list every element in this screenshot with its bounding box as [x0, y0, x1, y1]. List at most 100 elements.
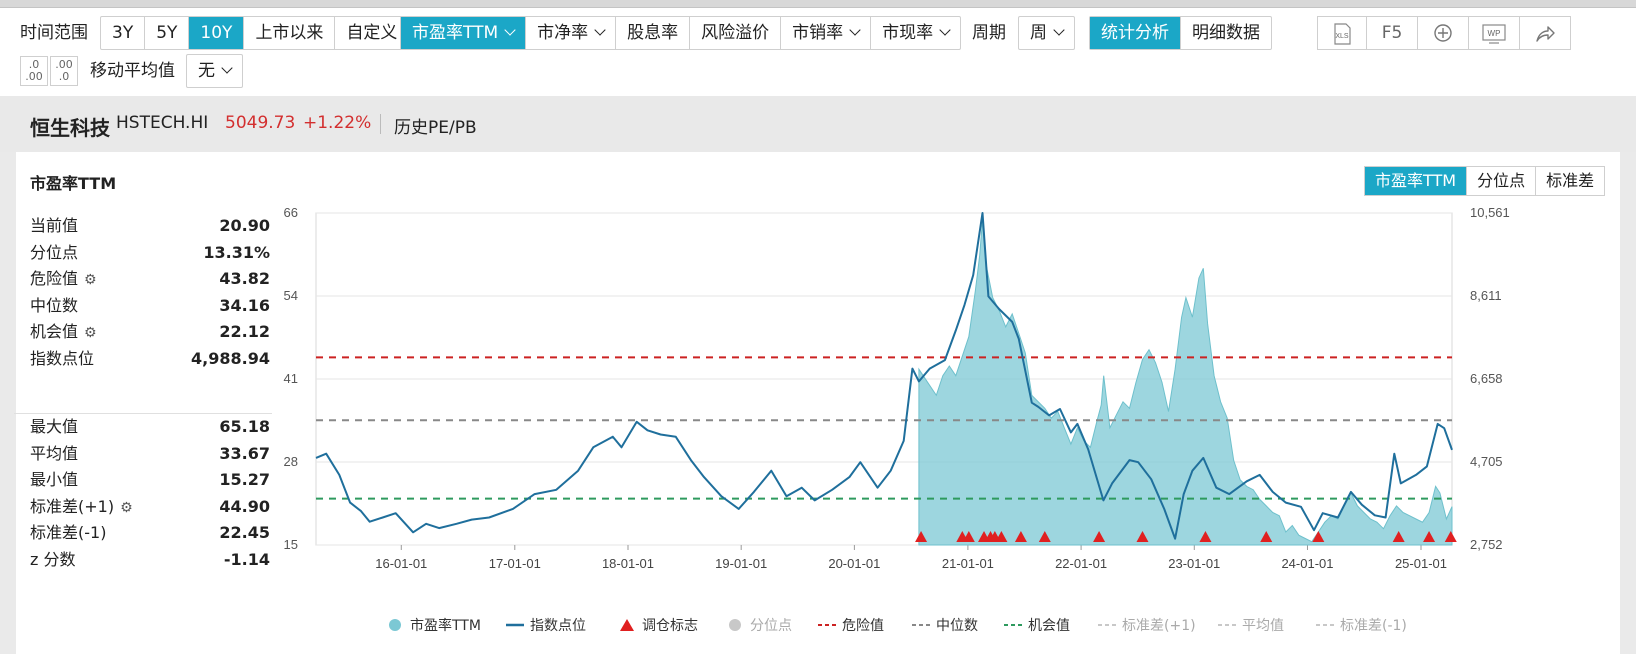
- legend-item[interactable]: 分位点: [726, 614, 792, 638]
- increase-decimal-sub: .00: [25, 70, 43, 83]
- stat-name-text: 当前值: [30, 216, 79, 235]
- stat-name-text: 平均值: [30, 443, 79, 463]
- add-button[interactable]: [1417, 16, 1469, 50]
- legend-item[interactable]: 调仓标志: [618, 614, 698, 638]
- stat-name: 标准差(-1): [30, 519, 106, 546]
- legend-label: 标准差(-1): [1340, 618, 1407, 634]
- legend-item[interactable]: 机会值: [1004, 614, 1070, 638]
- time-range-option[interactable]: 10Y: [189, 17, 245, 49]
- chevron-down-icon: [849, 24, 861, 36]
- metric-option-label: 市盈率TTM: [412, 23, 499, 43]
- metric-option[interactable]: 风险溢价: [690, 17, 782, 49]
- time-range-option[interactable]: 5Y: [145, 17, 190, 49]
- export-wp-button[interactable]: WP: [1468, 16, 1520, 50]
- time-range-option[interactable]: 上市以来: [244, 17, 336, 49]
- chevron-down-icon: [1053, 24, 1065, 36]
- svg-text:XLS: XLS: [1335, 33, 1349, 40]
- panel-tab[interactable]: 分位点: [1467, 167, 1537, 195]
- export-xls-button[interactable]: XLS: [1317, 16, 1367, 50]
- decrease-decimal-sub: .0: [58, 70, 70, 83]
- stat-name-text: 标准差(+1): [30, 496, 115, 516]
- legend-marker-icon: [620, 619, 634, 631]
- legend-item[interactable]: 中位数: [912, 614, 978, 638]
- stat-row: 平均值 33.67: [30, 440, 270, 467]
- stat-value: 15.27: [219, 470, 270, 489]
- moving-average-value[interactable]: 无: [187, 55, 242, 87]
- period-select[interactable]: 周: [1018, 16, 1075, 50]
- stat-name: 分位点: [30, 239, 78, 266]
- decrease-decimal-button[interactable]: .00.0: [50, 56, 78, 86]
- refresh-f5-button[interactable]: F5: [1366, 16, 1418, 50]
- metric-option[interactable]: 市净率: [526, 17, 617, 49]
- stat-name: 危险值 ⚙: [30, 265, 97, 294]
- stat-value: 33.67: [219, 443, 270, 463]
- metric-option-label: 股息率: [627, 23, 679, 43]
- view-group: 统计分析 明细数据: [1089, 16, 1272, 50]
- legend-item[interactable]: 平均值: [1218, 614, 1284, 638]
- time-range-group: 3Y 5Y 10Y 上市以来 自定义: [100, 16, 410, 50]
- view-option[interactable]: 统计分析: [1090, 17, 1181, 49]
- panel-tabs: 市盈率TTM 分位点 标准差: [1364, 166, 1606, 196]
- toolbar: 时间范围 3Y 5Y 10Y 上市以来 自定义 市盈率TTM 市净率 股息率 风险溢价 市销率市…: [0, 8, 1636, 96]
- legend-item[interactable]: 危险值: [818, 614, 884, 638]
- stat-name-text: 指数点位: [30, 348, 95, 368]
- metric-option[interactable]: 市盈率TTM: [401, 17, 527, 49]
- legend-marker-icon: [1316, 624, 1334, 626]
- view-option[interactable]: 明细数据: [1181, 17, 1271, 49]
- metric-option[interactable]: 市现率: [871, 17, 960, 49]
- share-button[interactable]: [1519, 16, 1571, 50]
- period-select-value[interactable]: 周: [1019, 17, 1074, 49]
- stat-name-text: 危险值: [30, 269, 79, 288]
- legend-label: 指数点位: [530, 618, 586, 634]
- stat-name: 中位数: [30, 292, 78, 319]
- metric-option-label: 市净率: [537, 23, 589, 43]
- chart-legend: 市盈率TTM 指数点位 调仓标志 分位点 危险值 中位数 机会值 标准差(+1) 平均值 标准差(…: [0, 614, 1636, 638]
- legend-item[interactable]: 指数点位: [506, 614, 586, 638]
- stat-name-text: 机会值: [30, 322, 79, 341]
- moving-average-select[interactable]: 无: [186, 54, 243, 88]
- legend-item[interactable]: 标准差(-1): [1316, 614, 1407, 638]
- legend-marker-icon: [1004, 624, 1022, 626]
- stat-row: 中位数 34.16: [30, 292, 270, 319]
- stat-row: 标准差(-1) 22.45: [30, 519, 270, 546]
- gear-icon[interactable]: ⚙: [84, 320, 97, 347]
- stat-name: 指数点位: [30, 345, 94, 372]
- legend-marker-icon: [1098, 624, 1116, 626]
- panel-tab[interactable]: 市盈率TTM: [1365, 167, 1468, 195]
- legend-label: 平均值: [1242, 618, 1284, 634]
- increase-decimal-button[interactable]: .0.00: [20, 56, 48, 86]
- header-divider: [380, 114, 381, 134]
- legend-item[interactable]: 标准差(+1): [1098, 614, 1196, 638]
- stat-value: 43.82: [219, 269, 270, 288]
- stat-name-text: z 分数: [30, 549, 76, 569]
- legend-marker-icon: [912, 624, 930, 626]
- metric-group: 市盈率TTM 市净率 股息率 风险溢价 市销率 市现率: [400, 16, 962, 50]
- chevron-down-icon: [594, 24, 606, 36]
- stat-name-text: 分位点: [30, 242, 79, 262]
- index-header: 恒生科技 HSTECH.HI 5049.73 +1.22% 历史PE/PB: [0, 96, 1636, 152]
- legend-marker-icon: [729, 619, 741, 631]
- metric-option[interactable]: 市销率: [781, 17, 872, 49]
- panel-tab[interactable]: 标准差: [1536, 167, 1604, 195]
- period-label: 周期: [972, 23, 1006, 43]
- moving-average-label: 移动平均值: [90, 61, 175, 81]
- history-pe-pb-link[interactable]: 历史PE/PB: [394, 113, 477, 138]
- stat-name: z 分数: [30, 546, 76, 573]
- legend-label: 机会值: [1028, 618, 1070, 634]
- index-change: +1.22%: [303, 113, 372, 133]
- period-value-text: 周: [1030, 23, 1047, 43]
- legend-item[interactable]: 市盈率TTM: [386, 614, 481, 638]
- time-range-option[interactable]: 自定义: [335, 17, 408, 49]
- metric-option[interactable]: 股息率: [616, 17, 691, 49]
- gear-icon[interactable]: ⚙: [84, 267, 97, 294]
- stat-name: 最大值: [30, 413, 78, 440]
- time-range-option[interactable]: 3Y: [101, 17, 146, 49]
- stat-value: 22.12: [219, 322, 270, 341]
- toolbar-row-secondary: .0.00 .00.0 移动平均值 无: [0, 54, 1636, 90]
- index-code: HSTECH.HI: [116, 113, 209, 133]
- wp-icon: WP: [1482, 24, 1506, 44]
- stat-name: 平均值: [30, 440, 78, 467]
- chevron-down-icon: [939, 24, 951, 36]
- legend-label: 危险值: [842, 618, 884, 634]
- gear-icon[interactable]: ⚙: [120, 495, 133, 522]
